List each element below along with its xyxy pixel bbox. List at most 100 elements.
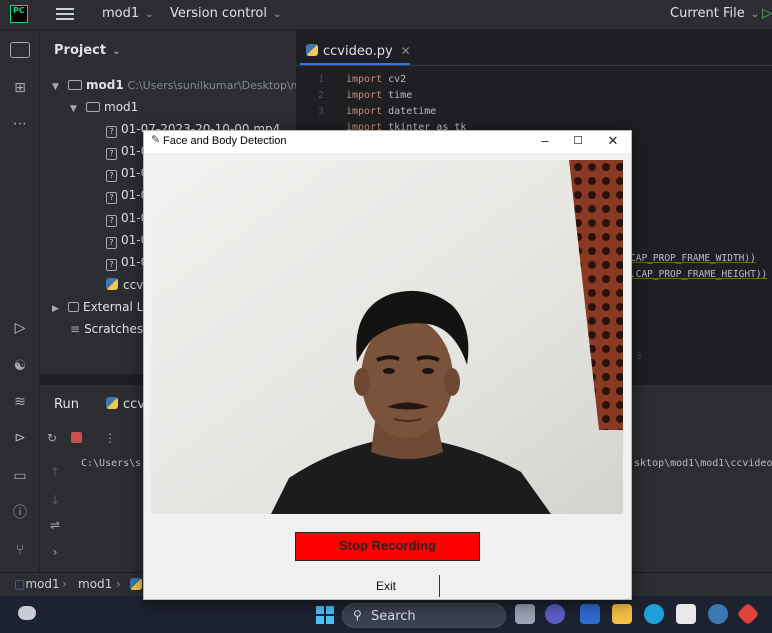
folder-icon	[86, 102, 100, 112]
windows-start-icon[interactable]	[316, 606, 334, 624]
tree-file-row[interactable]: ? 01-0	[106, 251, 148, 273]
chevron-down-icon: ▼	[52, 82, 59, 92]
scratches-label: Scratches	[84, 322, 144, 336]
scroll-down-icon[interactable]: ↓	[48, 493, 62, 507]
tree-file-row[interactable]: ? 01-0	[106, 184, 148, 206]
chevron-right-icon: ▶	[52, 304, 59, 314]
project-switcher-label: mod1	[102, 6, 140, 21]
tree-file-row[interactable]: ? 01-0	[106, 229, 148, 251]
code-line[interactable]: import cv2	[346, 74, 406, 85]
chevron-down-icon: ⌄	[750, 9, 760, 20]
edge-browser-icon[interactable]	[644, 604, 664, 624]
run-config-menu[interactable]: Current File ⌄	[670, 6, 759, 21]
soft-wrap-icon[interactable]: ⇌	[48, 518, 62, 532]
file-explorer-icon[interactable]	[612, 604, 632, 624]
task-view-icon[interactable]	[515, 604, 535, 624]
tree-script-row[interactable]: ccvi	[106, 274, 147, 296]
widgets-icon[interactable]	[580, 604, 600, 624]
run-panel-title[interactable]: Run	[54, 397, 79, 412]
weather-icon[interactable]	[18, 606, 36, 620]
close-window-button[interactable]: ✕	[603, 133, 623, 149]
version-control-menu[interactable]: Version control ⌄	[170, 6, 281, 21]
tree-file-row[interactable]: ? 01-0	[106, 162, 148, 184]
unknown-file-icon: ?	[106, 126, 117, 138]
chevron-down-icon: ⌄	[112, 46, 121, 57]
run-tool-icon[interactable]: ▷	[10, 318, 30, 338]
project-panel-title[interactable]: Project ⌄	[54, 43, 120, 58]
breadcrumb-separator-icon: ›	[116, 577, 121, 591]
main-menu-icon[interactable]	[56, 5, 74, 23]
stop-icon[interactable]	[71, 432, 82, 443]
logo-text: PC	[13, 6, 25, 15]
project-panel-title-text: Project	[54, 43, 107, 58]
chevron-down-icon: ⌄	[273, 9, 282, 20]
code-keyword: import	[346, 90, 383, 101]
unknown-file-icon: ?	[106, 192, 117, 204]
scratches-row[interactable]: ≡ Scratches	[70, 318, 143, 340]
tk-feather-icon: ✎	[151, 133, 161, 146]
unknown-file-icon: ?	[106, 148, 117, 160]
code-fragment-height[interactable]: .CAP_PROP_FRAME_HEIGHT))	[630, 269, 767, 280]
scroll-up-icon[interactable]: ↑	[48, 465, 62, 479]
python-app-icon[interactable]	[708, 604, 728, 624]
chevron-down-icon: ▼	[70, 104, 77, 114]
stop-recording-button[interactable]: Stop Recording	[295, 532, 480, 561]
services-icon[interactable]: ⊳	[10, 428, 30, 448]
line-number: 2	[317, 90, 324, 101]
editor-tab[interactable]: ccvideo.py ✕	[306, 44, 411, 59]
tree-file-row[interactable]: ? 01-0	[106, 207, 148, 229]
editor-line-marker: 3	[636, 352, 642, 362]
close-tab-icon[interactable]: ✕	[401, 44, 411, 58]
unknown-file-icon: ?	[106, 259, 117, 271]
tree-root-path: C:\Users\sunilkumar\Desktop\mo	[127, 79, 309, 92]
tree-file-row[interactable]: ? 01-0	[106, 140, 148, 162]
taskbar-search-placeholder: Search	[371, 609, 416, 624]
external-libraries-label: External Li	[83, 300, 147, 314]
project-switcher[interactable]: mod1 ⌄	[102, 6, 154, 21]
breadcrumb-item[interactable]: ▢mod1	[14, 577, 60, 591]
rerun-icon[interactable]: ↻	[45, 431, 59, 445]
python-console-icon[interactable]: ☯	[10, 356, 30, 376]
python-file-icon	[106, 397, 118, 409]
folder-icon	[68, 80, 82, 90]
teams-chat-icon[interactable]	[545, 604, 565, 624]
console-output[interactable]: C:\Users\s	[81, 458, 141, 469]
code-keyword: import	[346, 106, 383, 117]
tree-folder-row[interactable]: ▼ mod1	[70, 96, 138, 118]
console-output-tail[interactable]: sktop\mod1\mod1\ccvideo.	[634, 458, 772, 469]
more-options-icon[interactable]: ⋮	[103, 431, 117, 445]
maximize-button[interactable]: ☐	[568, 133, 588, 149]
problems-icon[interactable]: ⓘ	[10, 503, 30, 523]
code-fragment-width[interactable]: CAP_PROP_FRAME_WIDTH))	[630, 253, 756, 264]
code-line[interactable]: import time	[346, 90, 412, 101]
unknown-file-icon: ?	[106, 170, 117, 182]
minimize-button[interactable]: –	[535, 133, 555, 149]
code-keyword: import	[346, 74, 383, 85]
layers-icon[interactable]: ≋	[10, 392, 30, 412]
tree-root-row[interactable]: ▼ mod1 C:\Users\sunilkumar\Desktop\mo	[52, 74, 308, 96]
more-tools-icon[interactable]: ⋯	[10, 114, 30, 134]
code-text: cv2	[382, 74, 407, 85]
breadcrumb-label: mod1	[25, 577, 60, 591]
breadcrumb-item[interactable]: mod1	[78, 577, 112, 591]
tree-root-name: mod1	[86, 78, 124, 92]
run-icon[interactable]: ▷	[762, 6, 772, 21]
git-icon[interactable]: ⑂	[10, 540, 30, 560]
version-control-label: Version control	[170, 6, 267, 21]
code-line[interactable]: import datetime	[346, 106, 436, 117]
code-text: time	[382, 90, 413, 101]
external-libraries-row[interactable]: ▶ External Li	[52, 296, 147, 318]
store-icon[interactable]	[676, 604, 696, 624]
project-folder-icon[interactable]	[10, 42, 30, 58]
terminal-icon[interactable]: ▭	[10, 466, 30, 486]
expand-icon[interactable]: ›	[48, 545, 62, 559]
search-icon: ⚲	[353, 608, 362, 622]
taskbar-search[interactable]: ⚲ Search	[342, 603, 506, 628]
line-number: 3	[317, 106, 324, 117]
library-icon	[68, 302, 79, 312]
structure-icon[interactable]: ⊞	[10, 78, 30, 98]
dialog-title: Face and Body Detection	[163, 135, 287, 147]
exit-button[interactable]: Exit	[333, 575, 440, 597]
pycharm-logo-icon[interactable]: PC	[10, 5, 28, 23]
code-text: datetime	[382, 106, 437, 117]
